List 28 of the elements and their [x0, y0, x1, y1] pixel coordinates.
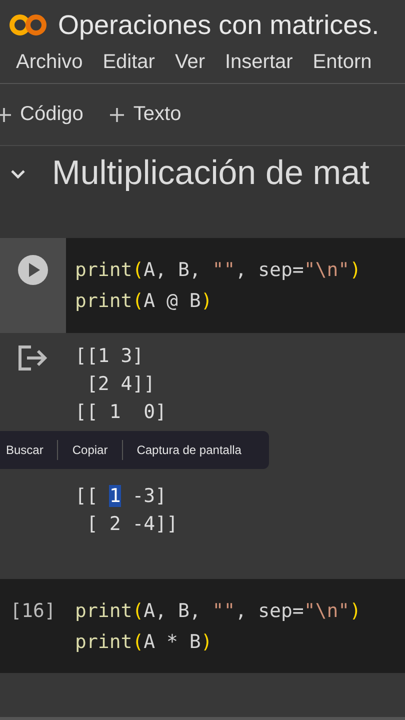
- code-line: print(A, B, "", sep="\n"): [75, 258, 362, 283]
- section-heading: Multiplicación de mat: [52, 154, 370, 193]
- menu-item[interactable]: Archivo: [16, 51, 83, 74]
- add-cell-button[interactable]: Código: [0, 99, 90, 130]
- logo-icon[interactable]: [8, 13, 48, 37]
- menu-item[interactable]: Entorn: [312, 51, 372, 74]
- notebook-title[interactable]: Operaciones con matrices.: [58, 10, 380, 40]
- menu-item[interactable]: Ver: [174, 51, 205, 74]
- add-cell-button[interactable]: Texto: [103, 99, 188, 130]
- execution-count: [16]: [10, 599, 56, 622]
- output-line: [[1 3]: [75, 344, 145, 369]
- context-menu-item[interactable]: Copiar: [58, 443, 122, 457]
- code-line: print(A * B): [75, 630, 214, 655]
- output-line: [2 4]]: [85, 372, 156, 397]
- output-icon[interactable]: [17, 345, 49, 371]
- menu-item[interactable]: Editar: [102, 51, 155, 74]
- context-menu-item[interactable]: Buscar: [0, 443, 58, 457]
- output-line: [[ 1 0]: [75, 400, 168, 425]
- context-menu-item[interactable]: Captura de pantalla: [122, 443, 256, 457]
- code-line: print(A, B, "", sep="\n"): [75, 599, 362, 624]
- menu-item[interactable]: Insertar: [224, 51, 293, 74]
- run-button[interactable]: [18, 255, 48, 285]
- output-line: [ 2 -4]]: [85, 512, 178, 537]
- chevron-icon[interactable]: [10, 168, 26, 178]
- plus-icon: [0, 106, 12, 122]
- output-line: [[ 1 -3]: [75, 484, 168, 509]
- plus-icon: [109, 106, 126, 122]
- code-line: print(A @ B): [75, 289, 214, 314]
